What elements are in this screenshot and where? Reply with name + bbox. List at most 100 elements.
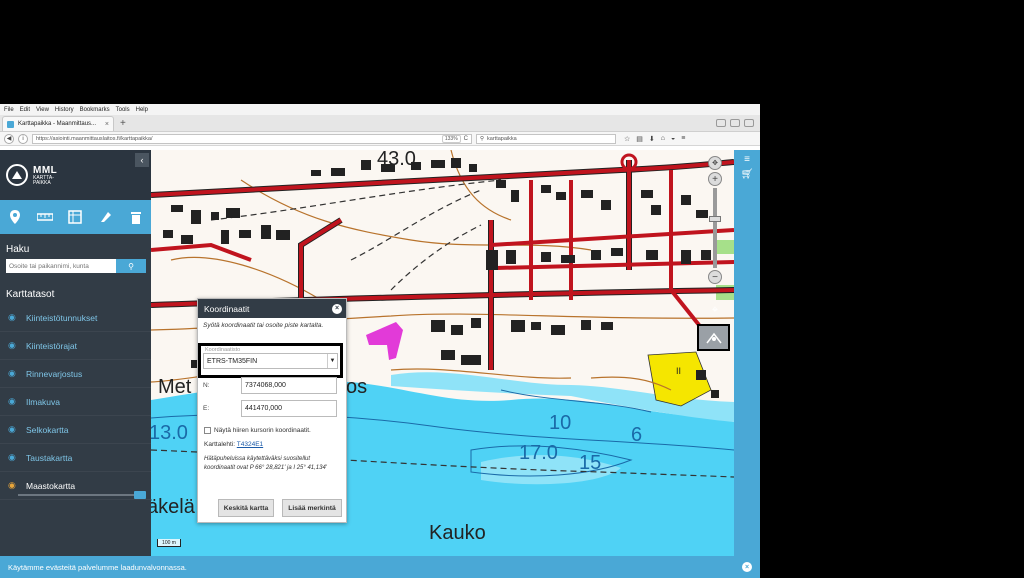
field-label: II (676, 366, 682, 376)
menu-edit[interactable]: Edit (20, 107, 30, 113)
layer-list: ◉ Kiinteistötunnukset ◉ Kiinteistörajat ◉ Rin… (0, 304, 151, 500)
pocket-icon[interactable]: ◒ (671, 135, 675, 143)
pan-icon[interactable]: ✥ (708, 156, 722, 170)
cursor-coords-checkbox[interactable] (204, 427, 211, 434)
trash-icon[interactable] (126, 207, 146, 227)
eye-icon[interactable]: ◉ (8, 480, 20, 491)
reload-icon[interactable]: C (464, 136, 468, 142)
layer-label: Maastokartta (26, 480, 76, 491)
eye-icon[interactable]: ◉ (8, 312, 20, 323)
edit-tools-icon[interactable] (96, 207, 116, 227)
search-button-icon[interactable]: ⚲ (116, 259, 146, 273)
collapse-sidebar-button[interactable]: ‹ (135, 153, 149, 167)
dialog-title: Koordinaatit (204, 303, 250, 314)
menu-view[interactable]: View (36, 107, 49, 113)
logo-sub2: PAIKKA (33, 179, 51, 186)
right-toolbar: ≡ 🛒︎ (734, 150, 760, 556)
cookie-notice: Käytämme evästeitä palvelumme laadunvalv… (0, 556, 760, 578)
elevation-label: 43.0 (377, 150, 416, 170)
layers-heading: Karttatasot (6, 289, 55, 300)
menu-icon[interactable]: ≡ (734, 154, 760, 165)
map-sheet-label: Karttalehti: (204, 441, 236, 448)
layer-label: Taustakartta (26, 452, 73, 463)
reading-list-icon[interactable]: ▤ (636, 135, 643, 143)
zoom-slider-knob[interactable] (709, 216, 721, 222)
layer-label: Ilmakuva (26, 396, 61, 407)
menu-tools[interactable]: Tools (116, 107, 130, 113)
map-sheet-link[interactable]: T4324E1 (237, 441, 263, 448)
cart-icon[interactable]: 🛒︎ (734, 169, 760, 180)
zoom-in-button[interactable]: + (708, 172, 722, 186)
eye-icon[interactable]: ◉ (8, 452, 20, 463)
new-tab-button[interactable]: + (120, 118, 126, 129)
menu-history[interactable]: History (55, 107, 74, 113)
layer-item[interactable]: ◉ Kiinteistörajat (0, 332, 151, 360)
pink-building (366, 322, 403, 360)
zoom-out-button[interactable]: − (708, 270, 722, 284)
toolbar-icons: ☆ ▤ ⬇ ⌂ ◒ ≡ (624, 135, 685, 143)
browser-search-value: karttapaikka (487, 135, 517, 142)
coordinate-system-value-box[interactable]: ETRS-TM35FIN ▼ (203, 353, 338, 369)
eye-icon[interactable]: ◉ (8, 424, 20, 435)
layer-item[interactable]: ◉ Maastokartta (0, 472, 151, 500)
browser-menubar: File Edit View History Bookmarks Tools H… (0, 104, 760, 115)
zoom-slider[interactable] (709, 188, 721, 268)
marker-icon[interactable] (5, 207, 25, 227)
measure-distance-icon[interactable] (35, 207, 55, 227)
layer-label: Selkokartta (26, 424, 69, 435)
north-row: N: 7374068,000 (203, 377, 343, 394)
back-icon[interactable]: ◀ (4, 133, 14, 144)
eye-icon[interactable]: ◉ (8, 368, 20, 379)
menu-file[interactable]: File (4, 107, 14, 113)
minimize-icon[interactable] (716, 119, 726, 127)
logo-title: MML (33, 164, 58, 176)
home-icon[interactable]: ⌂ (661, 135, 665, 143)
emergency-coordinates-note: Hätäpuheluissa käytettäväksi suositellut… (204, 456, 327, 471)
dialog-close-button[interactable]: × (332, 303, 342, 314)
sidebar-header: MML KARTTA- PAIKKA ‹ (0, 150, 151, 200)
menu-bookmarks[interactable]: Bookmarks (80, 107, 110, 113)
locate-me-icon[interactable]: ⌖ (709, 304, 721, 316)
menu-help[interactable]: Help (136, 107, 148, 113)
north-input[interactable]: 7374068,000 (241, 377, 337, 394)
tab-title: Karttapaikka - Maanmittaus... (18, 121, 97, 127)
cursor-coords-row: Näytä hiiren kursorin koordinaatit. (204, 427, 311, 434)
layer-item[interactable]: ◉ Kiinteistötunnukset (0, 304, 151, 332)
opacity-slider[interactable] (18, 491, 146, 499)
eye-icon[interactable]: ◉ (8, 396, 20, 407)
chevron-down-icon[interactable]: ▼ (327, 354, 337, 368)
close-window-icon[interactable] (744, 119, 754, 127)
info-icon[interactable]: i (18, 133, 28, 144)
layer-label: Kiinteistörajat (26, 340, 78, 351)
eye-icon[interactable]: ◉ (8, 340, 20, 351)
depth-label-15: 15 (579, 452, 602, 474)
browser-tab[interactable]: Karttapaikka - Maanmittaus... × (2, 116, 114, 131)
place-label-kauko: Kauko (429, 522, 486, 544)
download-icon[interactable]: ⬇ (649, 135, 655, 143)
east-input[interactable]: 441470,000 (241, 400, 337, 417)
layer-item[interactable]: ◉ Ilmakuva (0, 388, 151, 416)
url-bar[interactable]: https://asiointi.maanmittauslaitos.fi/ka… (32, 133, 472, 144)
browser-search-bar[interactable]: ⚲ karttapaikka (476, 133, 616, 144)
cookie-close-button[interactable]: × (742, 562, 752, 572)
tab-close-icon[interactable]: × (105, 121, 109, 128)
app-view: MML KARTTA- PAIKKA ‹ Haku Osoite tai pai… (0, 150, 760, 578)
coordinate-system-select[interactable]: Koordinaatisto ETRS-TM35FIN ▼ (198, 343, 343, 378)
layer-label: Kiinteistötunnukset (26, 312, 98, 323)
layer-item[interactable]: ◉ Selkokartta (0, 416, 151, 444)
layer-item[interactable]: ◉ Rinnevarjostus (0, 360, 151, 388)
coordinate-tool-button[interactable] (697, 324, 730, 351)
layer-item[interactable]: ◉ Taustakartta (0, 444, 151, 472)
hamburger-menu-icon[interactable]: ≡ (681, 135, 685, 143)
opacity-slider-knob[interactable] (134, 491, 146, 499)
search-icon: ⚲ (480, 135, 485, 142)
screenshot-stage: File Edit View History Bookmarks Tools H… (0, 0, 1024, 578)
maximize-icon[interactable] (730, 119, 740, 127)
place-search-input[interactable] (6, 259, 116, 273)
add-marker-button[interactable]: Lisää merkintä (282, 499, 342, 517)
favicon-icon (7, 120, 14, 128)
bookmark-star-icon[interactable]: ☆ (624, 135, 630, 143)
center-map-button[interactable]: Keskitä kartta (218, 499, 274, 517)
measure-area-icon[interactable] (65, 207, 85, 227)
zoom-badge[interactable]: 133% (441, 134, 461, 143)
